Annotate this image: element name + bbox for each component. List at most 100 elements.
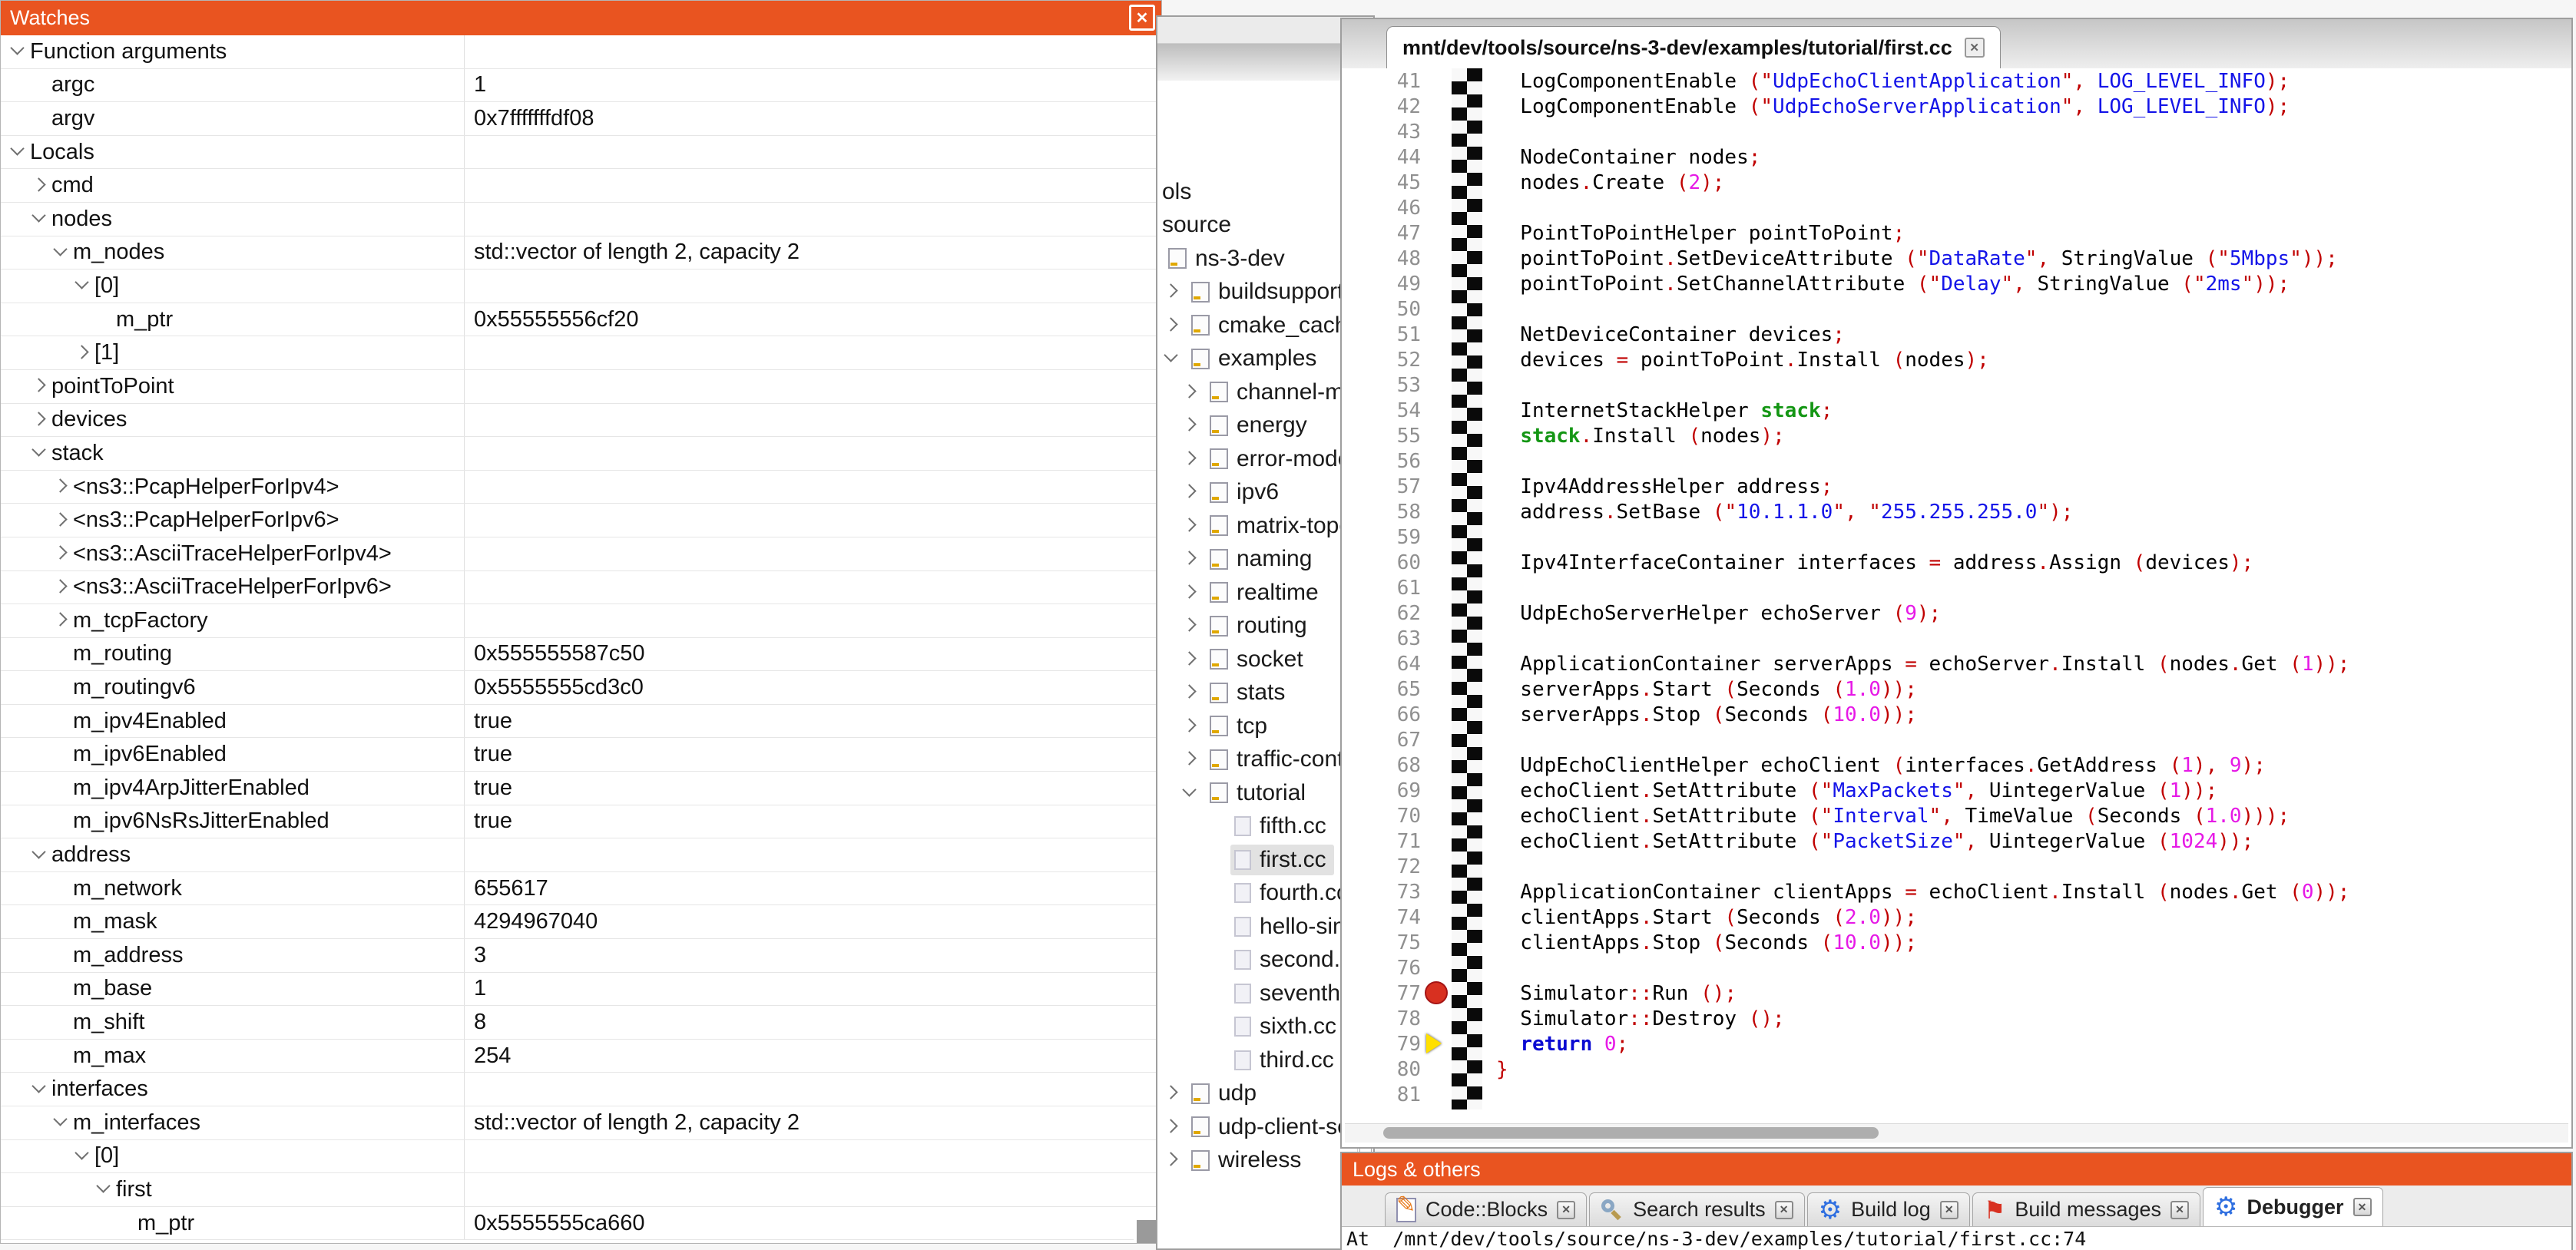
chevron-down-icon[interactable] [30,1079,51,1100]
code-line[interactable]: 42 LogComponentEnable ("UdpEchoServerApp… [1342,94,2571,119]
line-number[interactable]: 51 [1342,323,1445,346]
code-line[interactable]: 45 nodes.Create (2); [1342,170,2571,195]
code-line[interactable]: 57 Ipv4AddressHelper address; [1342,474,2571,499]
line-number[interactable]: 47 [1342,222,1445,245]
tree-item-ols[interactable]: ols [1157,175,1358,209]
watch-row[interactable]: address [1,838,1161,872]
watch-row[interactable]: m_nodesstd::vector of length 2, capacity… [1,236,1161,270]
code-line[interactable]: 60 Ipv4InterfaceContainer interfaces = a… [1342,550,2571,575]
tree-item-source[interactable]: source [1157,209,1358,243]
code-line[interactable]: 41 LogComponentEnable ("UdpEchoClientApp… [1342,68,2571,94]
line-number[interactable]: 44 [1342,146,1445,169]
line-number[interactable]: 57 [1342,475,1445,498]
watch-row[interactable]: <ns3::PcapHelperForIpv4> [1,471,1161,504]
watch-row[interactable]: pointToPoint [1,370,1161,404]
tree-item-error-model[interactable]: error-model [1157,442,1358,476]
watch-row[interactable]: devices [1,404,1161,438]
code-line[interactable]: 55 stack.Install (nodes); [1342,423,2571,448]
tree-item-examples[interactable]: examples [1157,342,1358,376]
line-number[interactable]: 49 [1342,273,1445,296]
code-line[interactable]: 63 [1342,626,2571,651]
close-icon[interactable]: ✕ [1557,1201,1575,1219]
line-number[interactable]: 68 [1342,754,1445,777]
code-line[interactable]: 62 UdpEchoServerHelper echoServer (9); [1342,600,2571,626]
scrollbar-thumb[interactable] [1383,1127,1879,1139]
chevron-right-icon[interactable] [1162,315,1191,336]
code-line[interactable]: 56 [1342,448,2571,474]
close-icon[interactable]: ✕ [2170,1201,2189,1219]
editor-horizontal-scrollbar[interactable] [1345,1123,2568,1143]
chevron-right-icon[interactable] [51,610,73,631]
tree-item-traffic-control[interactable]: traffic-control [1157,743,1358,777]
logs-titlebar[interactable]: Logs & others [1342,1153,2571,1186]
chevron-right-icon[interactable] [1180,649,1210,670]
watch-row[interactable]: m_network655617 [1,872,1161,906]
chevron-right-icon[interactable] [1180,548,1210,570]
chevron-down-icon[interactable] [30,845,51,866]
watch-row[interactable]: m_ipv4ArpJitterEnabledtrue [1,772,1161,805]
chevron-right-icon[interactable] [51,543,73,564]
tree-item-socket[interactable]: socket [1157,643,1358,676]
tree-item-third-cc[interactable]: third.cc [1157,1043,1358,1077]
chevron-right-icon[interactable] [1162,281,1191,303]
line-number[interactable]: 62 [1342,602,1445,625]
line-number[interactable]: 42 [1342,95,1445,118]
chevron-down-icon[interactable] [1162,348,1191,369]
watch-row[interactable]: m_routing0x555555587c50 [1,638,1161,672]
code-line[interactable]: 59 [1342,524,2571,550]
watch-row[interactable]: m_ipv6NsRsJitterEnabledtrue [1,805,1161,839]
line-number[interactable]: 76 [1342,957,1445,980]
code-line[interactable]: 53 [1342,372,2571,398]
line-number[interactable]: 59 [1342,526,1445,549]
tree-item-channel-models[interactable]: channel-models [1157,375,1358,409]
code-line[interactable]: 43 [1342,119,2571,144]
watch-row[interactable]: m_tcpFactory [1,604,1161,638]
chevron-right-icon[interactable] [1162,1149,1191,1171]
tree-item-stats[interactable]: stats [1157,676,1358,710]
watch-row[interactable]: cmd [1,169,1161,203]
watch-row[interactable]: interfaces [1,1073,1161,1106]
code-line[interactable]: 54 InternetStackHelper stack; [1342,398,2571,423]
line-number[interactable]: 75 [1342,931,1445,954]
chevron-down-icon[interactable] [94,1179,116,1200]
chevron-right-icon[interactable] [1180,382,1210,403]
line-number[interactable]: 66 [1342,703,1445,726]
logs-tab-build-messages[interactable]: ⚑Build messages✕ [1972,1192,2200,1226]
code-line[interactable]: 61 [1342,575,2571,600]
chevron-right-icon[interactable] [1180,481,1210,503]
chevron-right-icon[interactable] [1180,716,1210,737]
chevron-right-icon[interactable] [1180,615,1210,637]
watch-row[interactable]: stack [1,437,1161,471]
code-line[interactable]: 51 NetDeviceContainer devices; [1342,322,2571,347]
code-line[interactable]: 46 [1342,195,2571,220]
code-line[interactable]: 80} [1342,1057,2571,1082]
tree-item-naming[interactable]: naming [1157,543,1358,577]
line-number[interactable]: 64 [1342,653,1445,676]
watch-row[interactable]: <ns3::PcapHelperForIpv6> [1,504,1161,537]
line-number[interactable]: 74 [1342,906,1445,929]
line-number[interactable]: 63 [1342,627,1445,650]
code-line[interactable]: 72 [1342,854,2571,879]
watch-row[interactable]: first [1,1173,1161,1207]
tree-item-ipv6[interactable]: ipv6 [1157,476,1358,510]
line-number[interactable]: 81 [1342,1083,1445,1106]
tree-item-buildsupport[interactable]: buildsupport [1157,276,1358,309]
line-number[interactable]: 78 [1342,1007,1445,1030]
tree-item-second-cc[interactable]: second.cc [1157,944,1358,977]
code-line[interactable]: 76 [1342,955,2571,980]
line-number[interactable]: 41 [1342,70,1445,93]
watch-row[interactable]: nodes [1,203,1161,236]
chevron-down-icon[interactable] [51,242,73,263]
tree-item-udp-client-server[interactable]: udp-client-server [1157,1110,1358,1144]
watches-titlebar[interactable]: Watches ✕ [1,1,1161,35]
tree-item-hello-simulator-cc[interactable]: hello-simulator.cc [1157,910,1358,944]
logs-tab-search-results[interactable]: Search results✕ [1589,1192,1805,1226]
watch-row[interactable]: argv0x7fffffffdf08 [1,102,1161,136]
chevron-down-icon[interactable] [73,1146,94,1167]
code-line[interactable]: 71 echoClient.SetAttribute ("PacketSize"… [1342,828,2571,854]
code-editor[interactable]: 41 LogComponentEnable ("UdpEchoClientApp… [1342,68,2571,1109]
code-line[interactable]: 58 address.SetBase ("10.1.1.0", "255.255… [1342,499,2571,524]
line-number[interactable]: 58 [1342,501,1445,524]
close-icon[interactable]: ✕ [1940,1201,1958,1219]
line-number[interactable]: 56 [1342,450,1445,473]
